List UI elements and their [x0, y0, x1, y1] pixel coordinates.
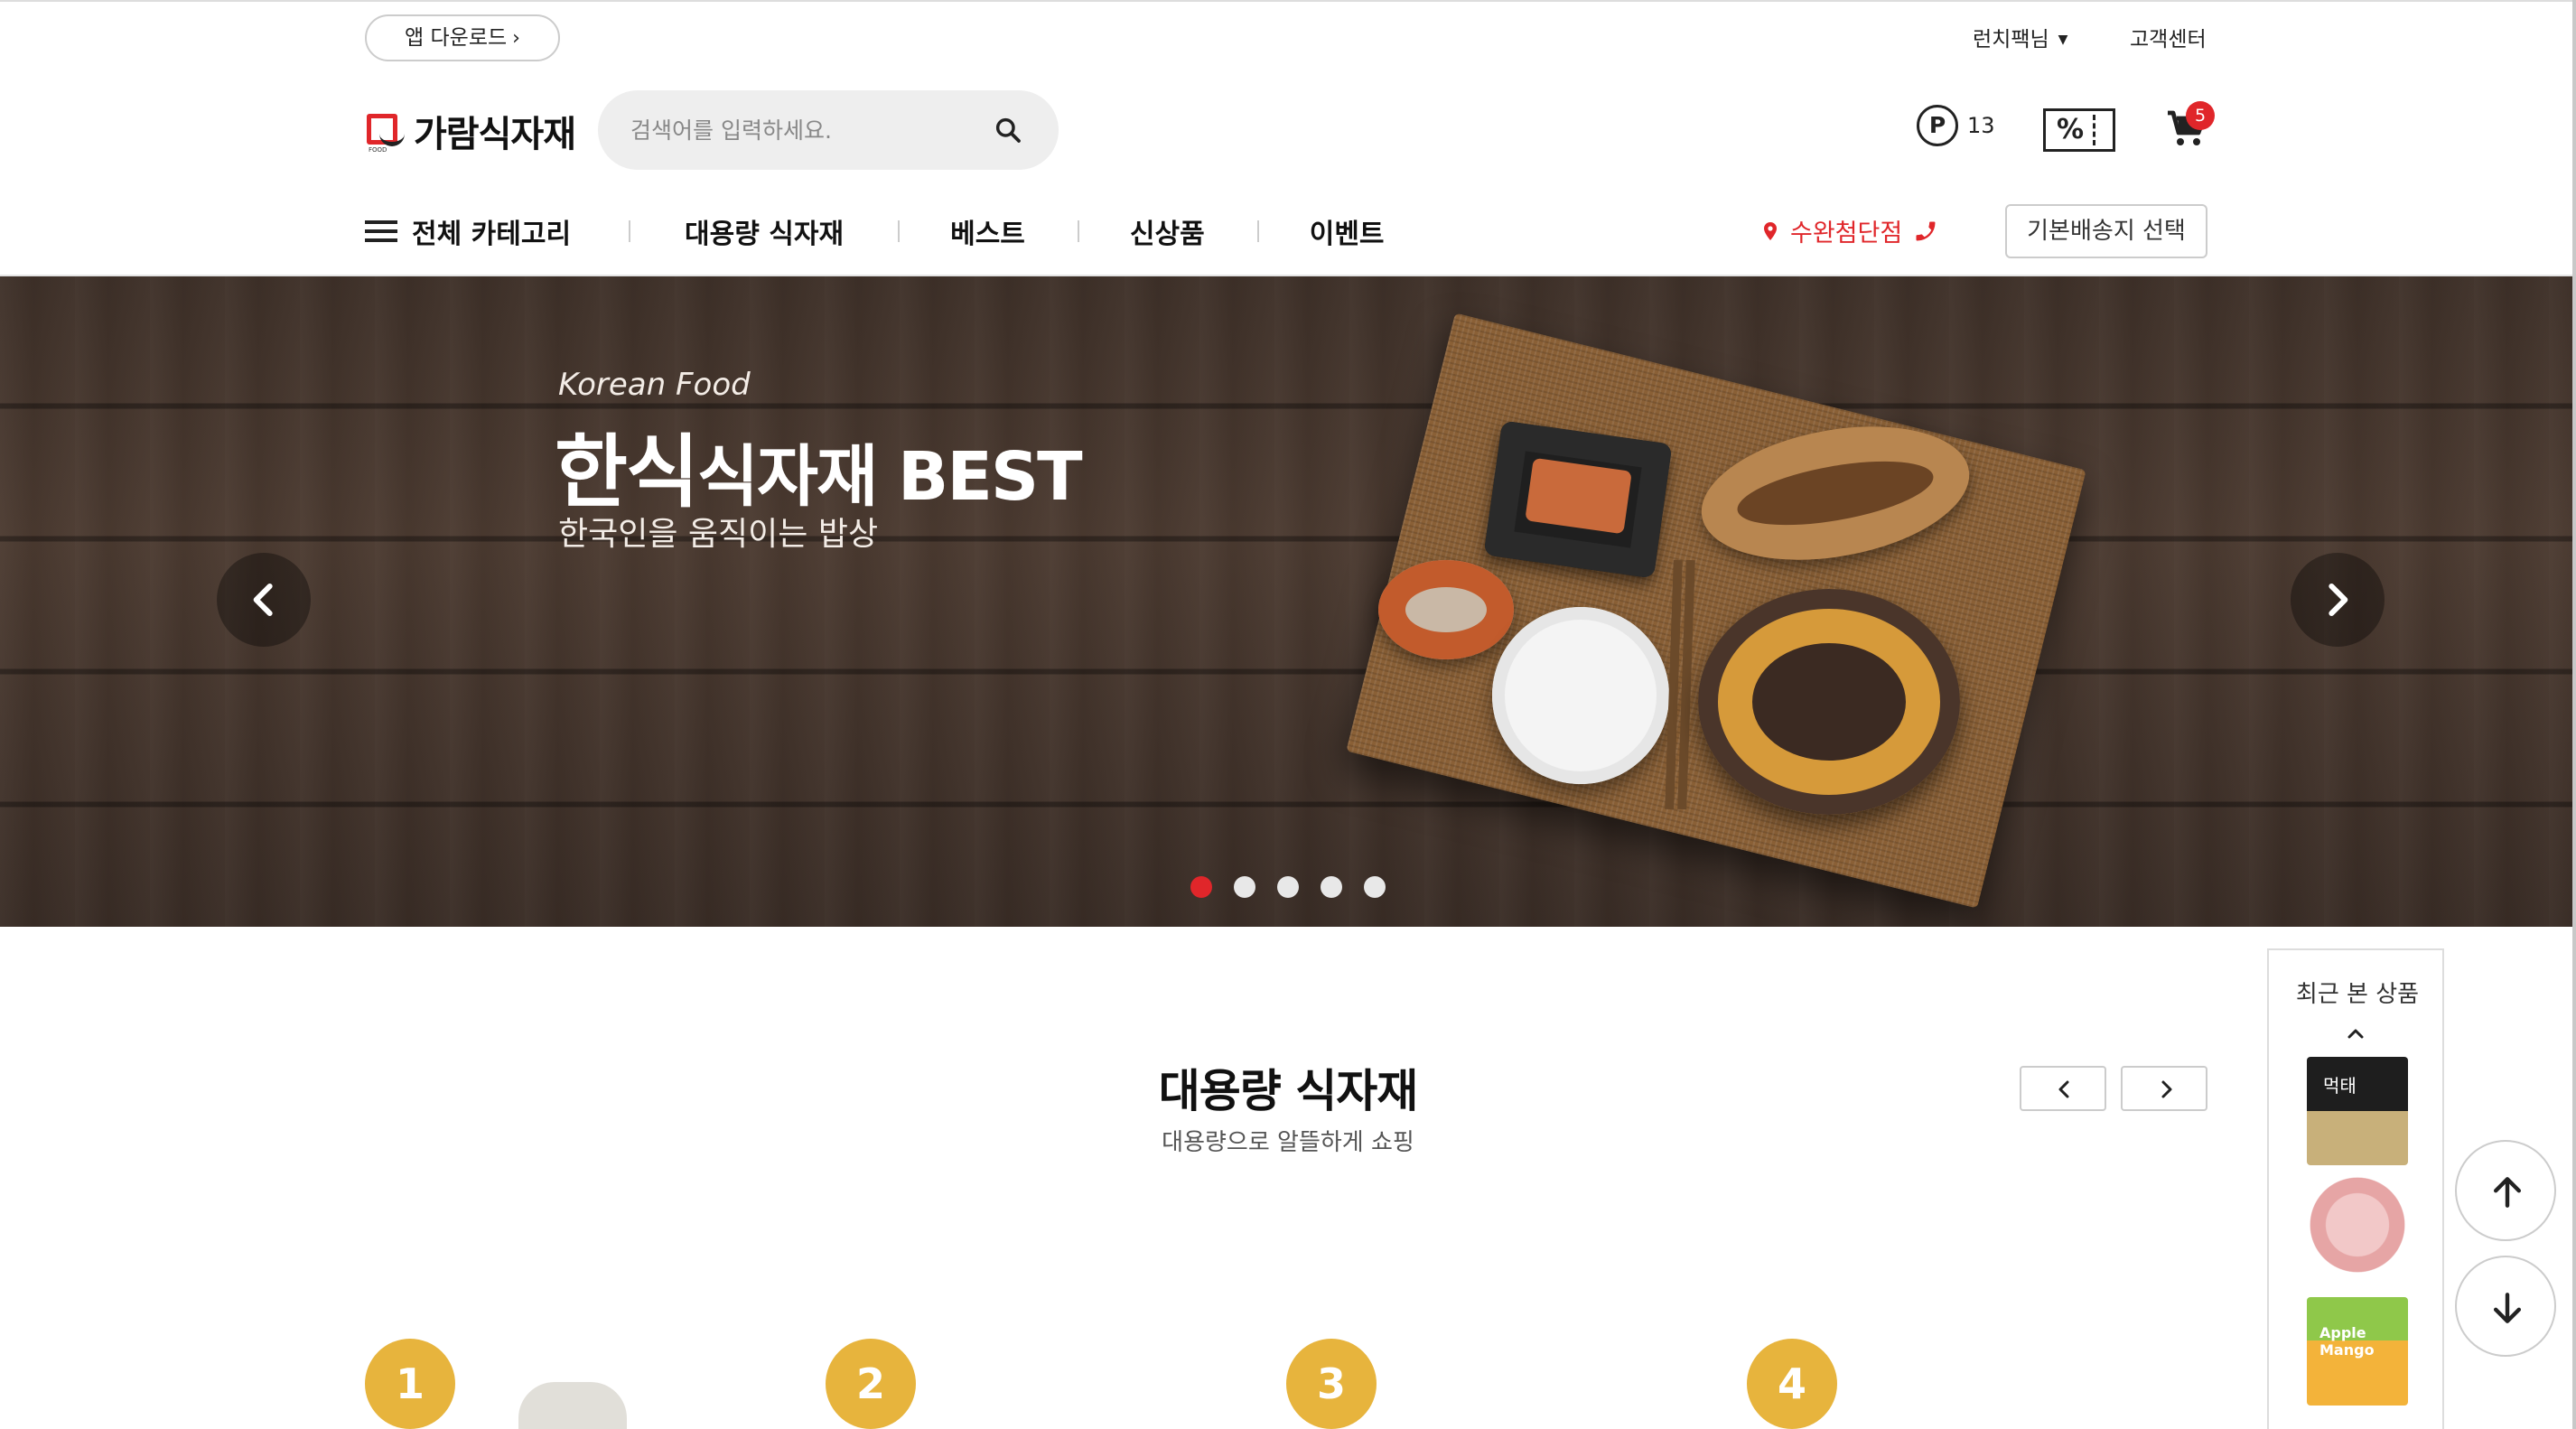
scroll-top-button[interactable]: [2455, 1140, 2556, 1241]
search-input[interactable]: [630, 110, 974, 150]
customer-center-link[interactable]: 고객센터: [2130, 22, 2207, 52]
chevron-left-icon: [2058, 1080, 2069, 1098]
app-download-label: 앱 다운로드: [405, 26, 508, 50]
banner-food-image: [1483, 420, 1673, 579]
product-image[interactable]: [518, 1382, 627, 1429]
main-nav: 전체 카테고리 대용량 식자재 베스트 신상품 이벤트: [365, 204, 1385, 258]
points-count: 13: [1967, 113, 1995, 138]
user-name: 런치팩님: [1973, 28, 2049, 51]
top-utility-bar: 앱 다운로드 › 런치팩님 ▼ 고객센터: [0, 0, 2576, 70]
phone-icon[interactable]: [1913, 219, 1938, 244]
nav-divider: [629, 220, 631, 242]
arrow-down-icon: [2493, 1293, 2522, 1323]
hero-prev-button[interactable]: [217, 553, 311, 647]
hero-description: 한국인을 움직이는 밥상: [558, 516, 879, 553]
search-bar: [598, 90, 1059, 170]
chevron-right-icon: ›: [512, 27, 520, 50]
banner-food-image: [1492, 607, 1669, 784]
menu-icon[interactable]: [365, 219, 399, 244]
location-pin-icon: [1764, 221, 1777, 240]
hero-next-button[interactable]: [2291, 553, 2385, 647]
hero-title: 한식식자재 BEST: [555, 425, 1083, 518]
slide-dot[interactable]: [1190, 876, 1212, 898]
chevron-left-icon: [253, 584, 273, 616]
banner-food-image: [1698, 589, 1960, 815]
arrow-up-icon: [2493, 1177, 2522, 1208]
default-address-button[interactable]: 기본배송지 선택: [2005, 204, 2207, 258]
logo-icon: FOOD: [367, 110, 405, 154]
logo-text: 가람식자재: [414, 114, 576, 155]
scroll-bottom-button[interactable]: [2455, 1256, 2556, 1357]
caret-down-icon: ▼: [2058, 33, 2068, 47]
recently-viewed-panel: 최근 본 상품 먹태 Apple Mango: [2267, 948, 2444, 1429]
rank-badge: 1: [365, 1339, 455, 1429]
slide-dot[interactable]: [1321, 876, 1342, 898]
store-selector[interactable]: 수완첨단점: [1759, 213, 1947, 248]
points-indicator[interactable]: P 13: [1917, 105, 1995, 146]
search-icon[interactable]: [994, 116, 1022, 145]
section-prev-button[interactable]: [2020, 1066, 2106, 1111]
nav-all-categories[interactable]: 전체 카테고리: [412, 211, 571, 251]
user-menu[interactable]: 런치팩님 ▼: [1973, 22, 2067, 52]
scrollbar[interactable]: [2572, 0, 2576, 1429]
cart-count-badge: 5: [2186, 101, 2215, 130]
hero-subtitle: Korean Food: [558, 367, 751, 403]
nav-item-best[interactable]: 베스트: [950, 211, 1025, 251]
recent-product-thumb[interactable]: Apple Mango: [2307, 1297, 2408, 1406]
nav-divider: [1077, 220, 1079, 242]
chevron-right-icon: [2161, 1080, 2172, 1098]
nav-item-event[interactable]: 이벤트: [1310, 211, 1385, 251]
rank-badge: 4: [1747, 1339, 1837, 1429]
slide-dot[interactable]: [1277, 876, 1299, 898]
banner-food-image: [1378, 560, 1514, 659]
slide-dot[interactable]: [1364, 876, 1386, 898]
site-logo[interactable]: FOOD 가람식자재: [367, 107, 576, 155]
coupon-icon[interactable]: %: [2043, 108, 2115, 152]
nav-item-new[interactable]: 신상품: [1130, 211, 1205, 251]
section-next-button[interactable]: [2121, 1066, 2207, 1111]
recent-product-thumb[interactable]: 먹태: [2307, 1057, 2408, 1165]
rank-badge: 3: [1286, 1339, 1377, 1429]
nav-item-bulk[interactable]: 대용량 식자재: [685, 211, 844, 251]
chevron-up-icon[interactable]: [2341, 1023, 2370, 1044]
app-download-button[interactable]: 앱 다운로드 ›: [365, 14, 560, 61]
slide-dot[interactable]: [1234, 876, 1255, 898]
recent-product-thumb[interactable]: [2307, 1176, 2408, 1284]
rank-badge: 2: [826, 1339, 916, 1429]
nav-divider: [1256, 220, 1259, 242]
chevron-right-icon: [2329, 584, 2348, 616]
store-name: 수완첨단점: [1790, 219, 1903, 248]
slide-indicators: [1190, 876, 1386, 898]
nav-divider: [898, 220, 901, 242]
hero-banner[interactable]: Korean Food 한식식자재 BEST 한국인을 움직이는 밥상: [0, 276, 2576, 927]
recently-viewed-title: 최근 본 상품: [2295, 981, 2420, 1008]
section-subtitle: 대용량으로 알뜰하게 쇼핑: [1162, 1129, 1414, 1156]
point-icon: P: [1917, 105, 1958, 146]
